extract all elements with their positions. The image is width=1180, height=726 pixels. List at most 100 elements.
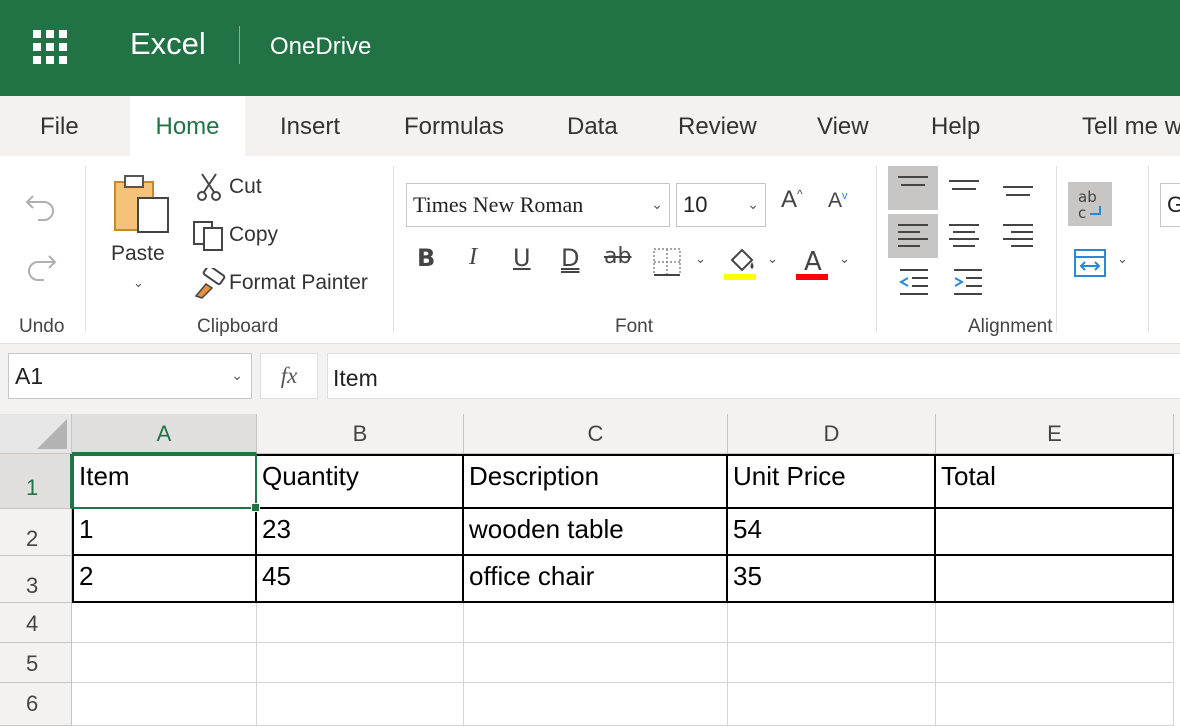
- tab-home[interactable]: Home: [130, 96, 245, 156]
- font-name-dropdown[interactable]: Times New Roman ⌄: [406, 183, 670, 227]
- tab-help[interactable]: Help: [931, 96, 980, 156]
- cell-c3[interactable]: office chair: [464, 556, 728, 603]
- paste-icon[interactable]: [112, 174, 172, 236]
- column-header-e[interactable]: E: [936, 414, 1174, 454]
- row-header-6[interactable]: 6: [0, 683, 72, 726]
- cell-a1[interactable]: Item: [72, 454, 257, 509]
- copy-icon[interactable]: [192, 220, 226, 252]
- column-header-f[interactable]: [1174, 414, 1180, 454]
- align-left-icon[interactable]: [888, 214, 938, 258]
- column-header-c[interactable]: C: [464, 414, 728, 454]
- number-format-dropdown[interactable]: G: [1160, 183, 1180, 227]
- cell-d1[interactable]: Unit Price: [728, 454, 936, 509]
- cell-a2[interactable]: 1: [72, 509, 257, 556]
- paste-dropdown-icon[interactable]: ⌄: [133, 276, 144, 291]
- cut-icon[interactable]: [196, 172, 222, 202]
- strikethrough-icon[interactable]: ab: [604, 244, 631, 269]
- fill-color-dropdown-icon[interactable]: ⌄: [767, 252, 778, 267]
- cell-a4[interactable]: [72, 603, 257, 643]
- cell-c2[interactable]: wooden table: [464, 509, 728, 556]
- group-divider: [85, 166, 86, 332]
- column-header-d[interactable]: D: [728, 414, 936, 454]
- group-divider: [876, 166, 877, 332]
- group-label-clipboard: Clipboard: [197, 316, 279, 337]
- align-bottom-icon[interactable]: [993, 166, 1043, 210]
- cell-e1[interactable]: Total: [936, 454, 1174, 509]
- cell-c5[interactable]: [464, 643, 728, 683]
- tab-formulas[interactable]: Formulas: [404, 96, 504, 156]
- cell-a5[interactable]: [72, 643, 257, 683]
- paste-label[interactable]: Paste: [111, 242, 165, 266]
- cell-e5[interactable]: [936, 643, 1174, 683]
- font-color-dropdown-icon[interactable]: ⌄: [839, 252, 850, 267]
- format-painter-icon[interactable]: [192, 268, 226, 300]
- tab-data[interactable]: Data: [567, 96, 618, 156]
- cell-d4[interactable]: [728, 603, 936, 643]
- app-launcher-icon[interactable]: [33, 30, 67, 64]
- increase-indent-icon[interactable]: [952, 268, 984, 298]
- cell-e4[interactable]: [936, 603, 1174, 643]
- bold-icon[interactable]: B: [417, 244, 435, 272]
- cell-b5[interactable]: [257, 643, 464, 683]
- italic-icon[interactable]: I: [469, 244, 477, 271]
- font-size-dropdown[interactable]: 10 ⌄: [676, 183, 766, 227]
- align-center-icon[interactable]: [939, 214, 989, 258]
- cell-a3[interactable]: 2: [72, 556, 257, 603]
- cell-b4[interactable]: [257, 603, 464, 643]
- format-painter-button[interactable]: Format Painter: [229, 271, 368, 295]
- borders-dropdown-icon[interactable]: ⌄: [695, 252, 706, 267]
- decrease-font-size-icon[interactable]: Av: [828, 189, 848, 213]
- cell-e2[interactable]: [936, 509, 1174, 556]
- decrease-indent-icon[interactable]: [898, 268, 930, 298]
- row-header-1[interactable]: 1: [0, 454, 72, 509]
- copy-button[interactable]: Copy: [229, 223, 278, 247]
- align-top-icon[interactable]: [888, 166, 938, 210]
- formula-input[interactable]: Item: [327, 353, 1180, 399]
- name-box[interactable]: A1 ⌄: [8, 353, 252, 399]
- cell-d6[interactable]: [728, 683, 936, 726]
- cell-d2[interactable]: 54: [728, 509, 936, 556]
- select-all-button[interactable]: [0, 414, 72, 454]
- undo-icon[interactable]: [24, 188, 58, 222]
- column-header-a[interactable]: A: [72, 414, 257, 454]
- wrap-text-icon[interactable]: ab c: [1068, 182, 1112, 226]
- tab-review[interactable]: Review: [678, 96, 757, 156]
- app-name[interactable]: Excel: [130, 26, 206, 62]
- align-right-icon[interactable]: [993, 214, 1043, 258]
- fill-color-icon[interactable]: [724, 244, 758, 282]
- cell-b2[interactable]: 23: [257, 509, 464, 556]
- row-header-4[interactable]: 4: [0, 603, 72, 643]
- tell-me-search[interactable]: Tell me w: [1082, 96, 1180, 156]
- row-header-5[interactable]: 5: [0, 643, 72, 683]
- font-color-icon[interactable]: A: [796, 244, 830, 282]
- double-underline-icon[interactable]: D: [561, 244, 579, 272]
- row-header-3[interactable]: 3: [0, 556, 72, 603]
- borders-icon[interactable]: [652, 247, 682, 277]
- cell-b6[interactable]: [257, 683, 464, 726]
- align-middle-icon[interactable]: [939, 166, 989, 210]
- file-location[interactable]: OneDrive: [270, 33, 371, 61]
- row-header-2[interactable]: 2: [0, 509, 72, 556]
- column-header-b[interactable]: B: [257, 414, 464, 454]
- redo-icon[interactable]: [24, 248, 58, 282]
- increase-font-size-icon[interactable]: A^: [781, 186, 803, 214]
- cell-c4[interactable]: [464, 603, 728, 643]
- merge-dropdown-icon[interactable]: ⌄: [1117, 252, 1128, 267]
- tab-file[interactable]: File: [40, 96, 79, 156]
- cell-c1[interactable]: Description: [464, 454, 728, 509]
- title-bar: Excel OneDrive: [0, 0, 1180, 96]
- insert-function-button[interactable]: fx: [260, 353, 318, 399]
- merge-center-icon[interactable]: [1073, 248, 1107, 278]
- cell-d3[interactable]: 35: [728, 556, 936, 603]
- cell-a6[interactable]: [72, 683, 257, 726]
- cell-b3[interactable]: 45: [257, 556, 464, 603]
- cut-button[interactable]: Cut: [229, 175, 262, 199]
- cell-d5[interactable]: [728, 643, 936, 683]
- cell-e3[interactable]: [936, 556, 1174, 603]
- cell-c6[interactable]: [464, 683, 728, 726]
- cell-e6[interactable]: [936, 683, 1174, 726]
- cell-b1[interactable]: Quantity: [257, 454, 464, 509]
- tab-insert[interactable]: Insert: [280, 96, 340, 156]
- tab-view[interactable]: View: [817, 96, 869, 156]
- underline-icon[interactable]: U: [513, 244, 531, 272]
